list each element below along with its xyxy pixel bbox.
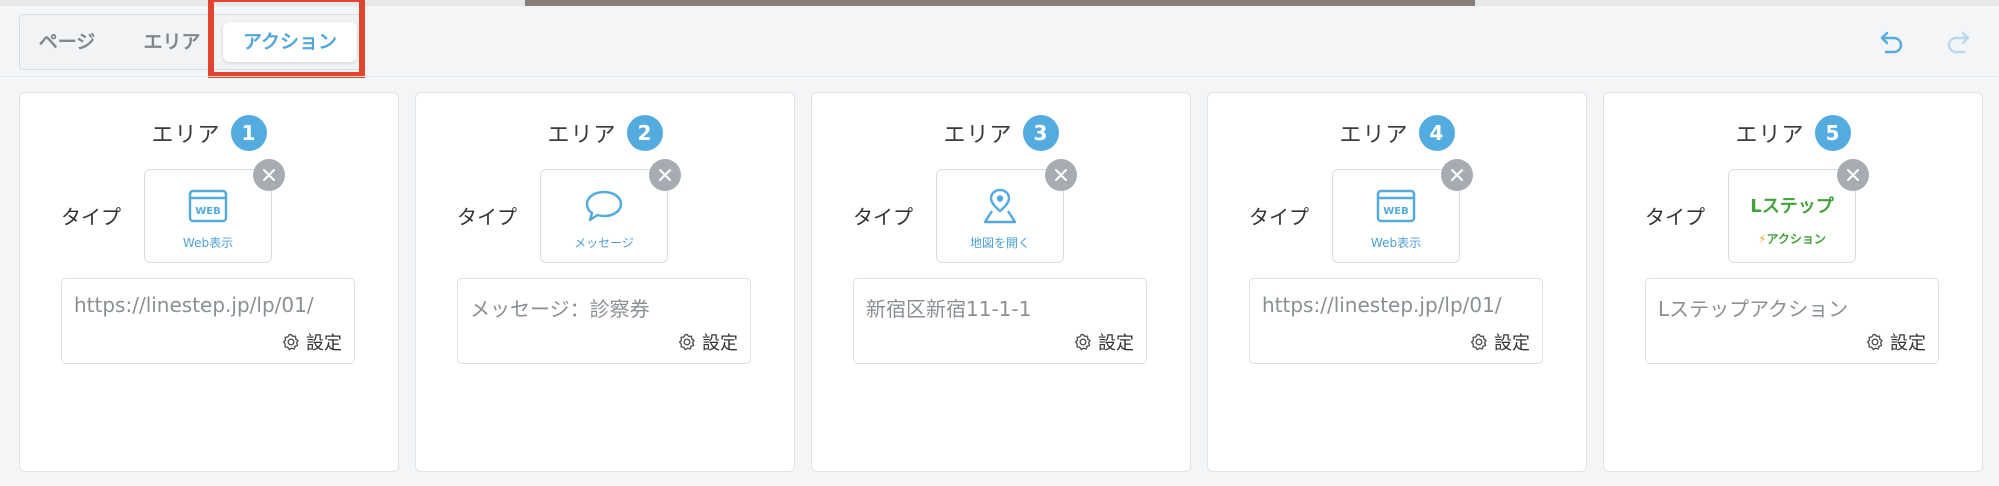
close-icon bbox=[1055, 169, 1067, 181]
action-value: Lステップアクション bbox=[1658, 297, 1849, 321]
settings-label: 設定 bbox=[1890, 333, 1926, 354]
remove-type-button[interactable] bbox=[1441, 159, 1473, 191]
area-number-badge: 4 bbox=[1418, 115, 1455, 151]
action-value: https://linestep.jp/lp/01/ bbox=[1262, 293, 1502, 317]
area-number-badge: 5 bbox=[1814, 115, 1851, 151]
banner-image bbox=[525, 0, 1475, 6]
close-icon bbox=[659, 169, 671, 181]
gear-icon bbox=[1074, 333, 1091, 351]
type-selector[interactable]: 地図を開く bbox=[936, 169, 1064, 263]
highlight-box bbox=[208, 0, 365, 78]
area-card-2: エリア 2 タイプ メッセージ メッセージ：診察券 設定 bbox=[415, 92, 795, 472]
action-value-field[interactable]: https://linestep.jp/lp/01/ 設定 bbox=[1249, 278, 1543, 364]
area-header: エリア 1 bbox=[20, 113, 398, 153]
remove-type-button[interactable] bbox=[649, 159, 681, 191]
svg-text:WEB: WEB bbox=[195, 206, 220, 217]
web-icon: WEB bbox=[188, 189, 228, 223]
area-number-badge: 3 bbox=[1022, 115, 1059, 151]
type-caption: メッセージ bbox=[574, 236, 634, 250]
action-value-field[interactable]: https://linestep.jp/lp/01/ 設定 bbox=[61, 278, 355, 364]
type-label: タイプ bbox=[457, 205, 517, 229]
gear-icon bbox=[678, 333, 695, 351]
area-title: エリア bbox=[1339, 123, 1409, 148]
type-caption: 地図を開く bbox=[969, 236, 1030, 250]
area-card-4: エリア 4 タイプ WEB Web表示 https://linestep.jp/… bbox=[1207, 92, 1587, 472]
area-number-badge: 2 bbox=[626, 115, 663, 151]
area-card-5: エリア 5 タイプ Lステップ ⚡アクション Lステップアクション 設定 bbox=[1603, 92, 1983, 472]
action-value: メッセージ：診察券 bbox=[470, 297, 650, 321]
divider bbox=[0, 76, 1999, 77]
action-value: 新宿区新宿11-1-1 bbox=[866, 297, 1032, 321]
tab-area[interactable]: エリア bbox=[132, 15, 212, 69]
redo-icon bbox=[1947, 31, 1970, 54]
type-label: タイプ bbox=[1249, 205, 1309, 229]
action-value-field[interactable]: Lステップアクション 設定 bbox=[1645, 278, 1939, 364]
map-pin-icon bbox=[983, 188, 1017, 224]
redo-button[interactable] bbox=[1940, 24, 1976, 60]
remove-type-button[interactable] bbox=[253, 159, 285, 191]
action-value: https://linestep.jp/lp/01/ bbox=[74, 293, 314, 317]
remove-type-button[interactable] bbox=[1045, 159, 1077, 191]
type-selector[interactable]: Lステップ ⚡アクション bbox=[1728, 169, 1856, 263]
undo-button[interactable] bbox=[1874, 24, 1910, 60]
settings-label: 設定 bbox=[1098, 333, 1134, 354]
close-icon bbox=[1451, 169, 1463, 181]
action-value-field[interactable]: 新宿区新宿11-1-1 設定 bbox=[853, 278, 1147, 364]
type-label: タイプ bbox=[853, 205, 913, 229]
settings-button[interactable]: 設定 bbox=[1470, 329, 1530, 355]
type-caption: アクション bbox=[1766, 232, 1826, 246]
area-title: エリア bbox=[1735, 123, 1805, 148]
tab-page[interactable]: ページ bbox=[32, 15, 102, 69]
settings-label: 設定 bbox=[702, 333, 738, 354]
settings-button[interactable]: 設定 bbox=[1074, 329, 1134, 355]
web-icon: WEB bbox=[1376, 189, 1416, 223]
action-value-field[interactable]: メッセージ：診察券 設定 bbox=[457, 278, 751, 364]
settings-button[interactable]: 設定 bbox=[282, 329, 342, 355]
undo-icon bbox=[1880, 31, 1903, 54]
settings-button[interactable]: 設定 bbox=[1866, 329, 1926, 355]
message-icon bbox=[585, 190, 623, 222]
lstep-logo-title: Lステップ bbox=[1750, 196, 1834, 217]
type-label: タイプ bbox=[61, 205, 121, 229]
area-header: エリア 5 bbox=[1604, 113, 1982, 153]
type-selector[interactable]: メッセージ bbox=[540, 169, 668, 263]
area-card-1: エリア 1 タイプ WEB Web表示 https://linestep.jp/… bbox=[19, 92, 399, 472]
svg-text:WEB: WEB bbox=[1383, 206, 1408, 217]
lstep-logo-sub: ⚡アクション bbox=[1729, 230, 1855, 247]
remove-type-button[interactable] bbox=[1837, 159, 1869, 191]
close-icon bbox=[1847, 169, 1859, 181]
close-icon bbox=[263, 169, 275, 181]
gear-icon bbox=[1866, 333, 1883, 351]
gear-icon bbox=[282, 333, 299, 351]
area-header: エリア 2 bbox=[416, 113, 794, 153]
area-header: エリア 3 bbox=[812, 113, 1190, 153]
type-selector[interactable]: WEB Web表示 bbox=[1332, 169, 1460, 263]
area-card-3: エリア 3 タイプ 地図を開く 新宿区新宿11-1-1 設定 bbox=[811, 92, 1191, 472]
area-number-badge: 1 bbox=[230, 115, 267, 151]
settings-button[interactable]: 設定 bbox=[678, 329, 738, 355]
settings-label: 設定 bbox=[306, 333, 342, 354]
area-title: エリア bbox=[943, 123, 1013, 148]
type-caption: Web表示 bbox=[182, 236, 234, 250]
type-selector[interactable]: WEB Web表示 bbox=[144, 169, 272, 263]
type-label: タイプ bbox=[1645, 205, 1705, 229]
bolt-icon: ⚡ bbox=[1758, 232, 1767, 246]
settings-label: 設定 bbox=[1494, 333, 1530, 354]
area-header: エリア 4 bbox=[1208, 113, 1586, 153]
type-caption: Web表示 bbox=[1370, 236, 1422, 250]
area-title: エリア bbox=[547, 123, 617, 148]
gear-icon bbox=[1470, 333, 1487, 351]
area-title: エリア bbox=[151, 123, 221, 148]
